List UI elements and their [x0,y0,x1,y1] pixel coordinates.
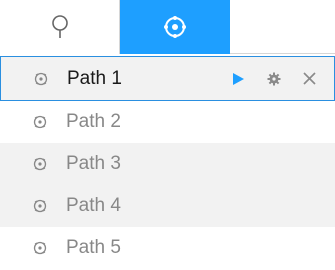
path-row-1[interactable]: Path 1 [0,56,335,101]
path-icon [33,115,47,129]
patrol-target-icon [164,16,186,38]
path-label: Path 4 [66,195,121,216]
play-button[interactable] [231,72,245,86]
path-label: Path 3 [66,153,121,174]
path-icon [33,241,47,255]
path-icon [33,199,47,213]
tab-bar [0,0,335,54]
path-row-2[interactable]: Path 2 [0,101,335,143]
path-icon [34,72,48,85]
search-pin-icon [51,15,68,38]
path-list: Path 1 Path 2 Path 3 Path 4 Path 5 [0,54,335,269]
close-icon [303,72,316,85]
row-actions [209,57,316,100]
path-row-5[interactable]: Path 5 [0,227,335,269]
gear-icon [267,72,281,85]
path-label: Path 1 [67,67,122,89]
tab-preset[interactable] [0,0,120,54]
path-row-3[interactable]: Path 3 [0,143,335,185]
play-icon [233,72,244,85]
path-label: Path 5 [66,237,121,258]
path-row-4[interactable]: Path 4 [0,185,335,227]
tab-patrol[interactable] [120,0,230,54]
settings-button[interactable] [267,72,281,86]
close-button[interactable] [303,72,316,85]
path-label: Path 2 [66,111,121,132]
path-icon [33,157,47,171]
